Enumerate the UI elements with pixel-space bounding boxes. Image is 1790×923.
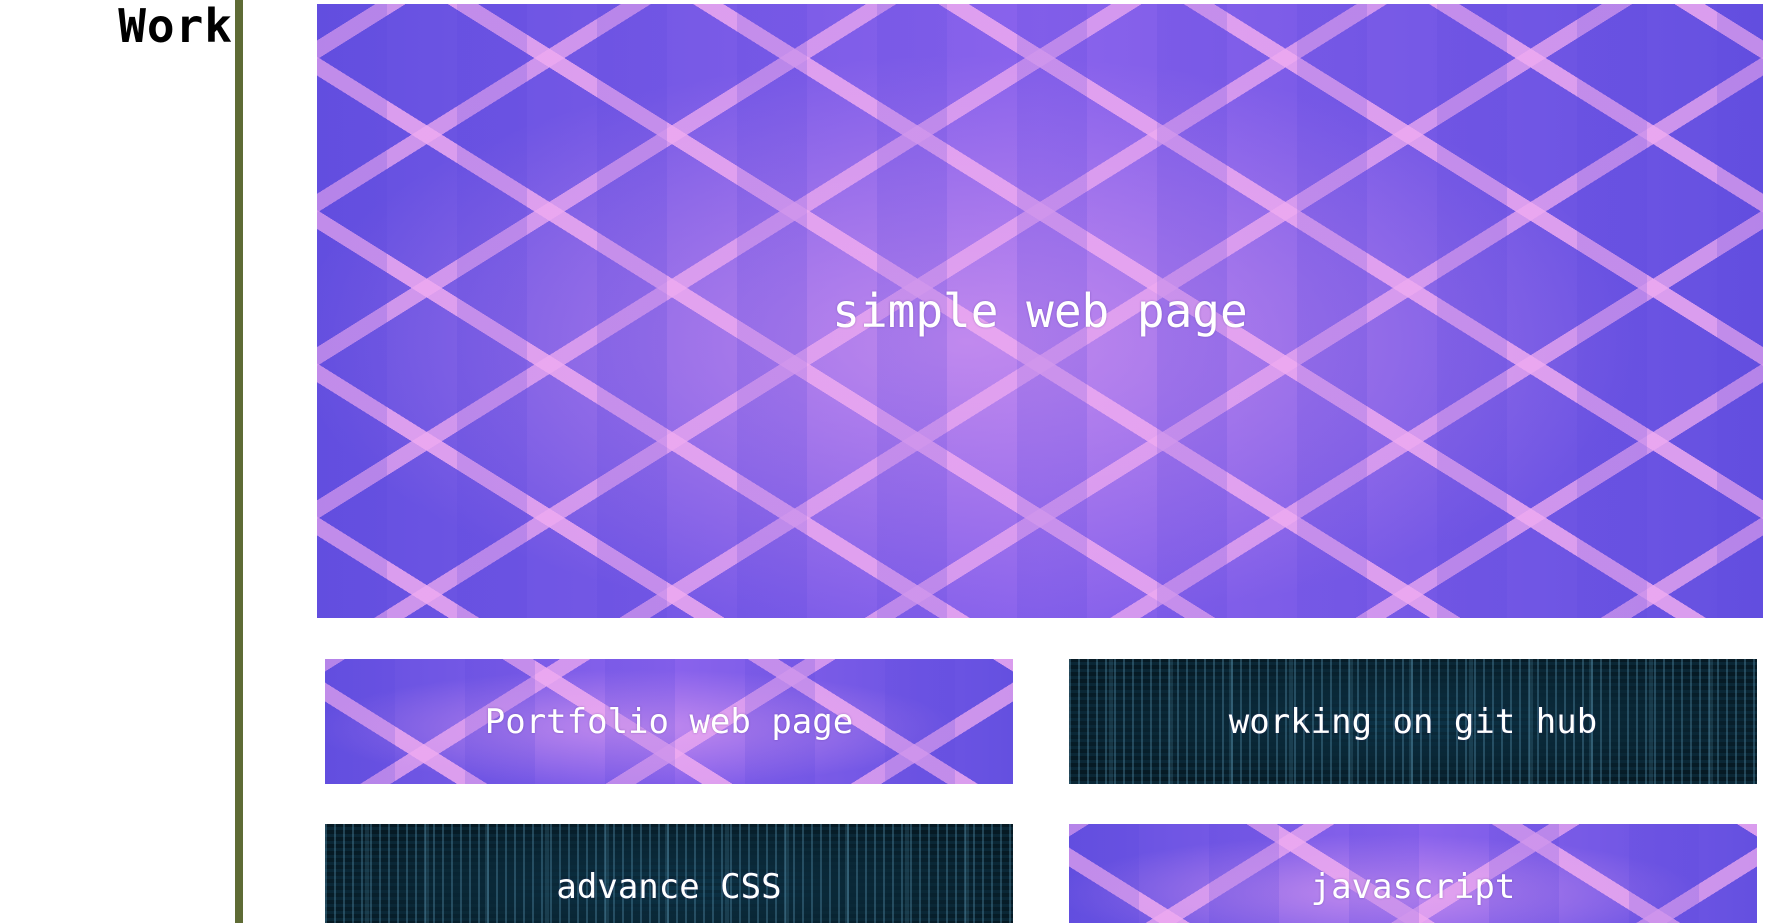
project-label: javascript — [1310, 866, 1516, 907]
project-tile-advance-css[interactable]: advance CSS — [325, 824, 1013, 923]
project-label: advance CSS — [556, 866, 782, 907]
project-tile-simple-web-page[interactable]: simple web page — [317, 4, 1763, 618]
project-tile-javascript[interactable]: javascript — [1069, 824, 1757, 923]
project-label: working on git hub — [1228, 701, 1598, 742]
vertical-divider — [235, 0, 243, 923]
section-title: Work — [118, 0, 233, 53]
work-section: Work simple web page Portfolio web page … — [0, 0, 1790, 923]
project-label: Portfolio web page — [484, 701, 854, 742]
project-label: simple web page — [832, 284, 1248, 338]
project-tile-portfolio-web-page[interactable]: Portfolio web page — [325, 659, 1013, 784]
project-tile-working-on-git-hub[interactable]: working on git hub — [1069, 659, 1757, 784]
